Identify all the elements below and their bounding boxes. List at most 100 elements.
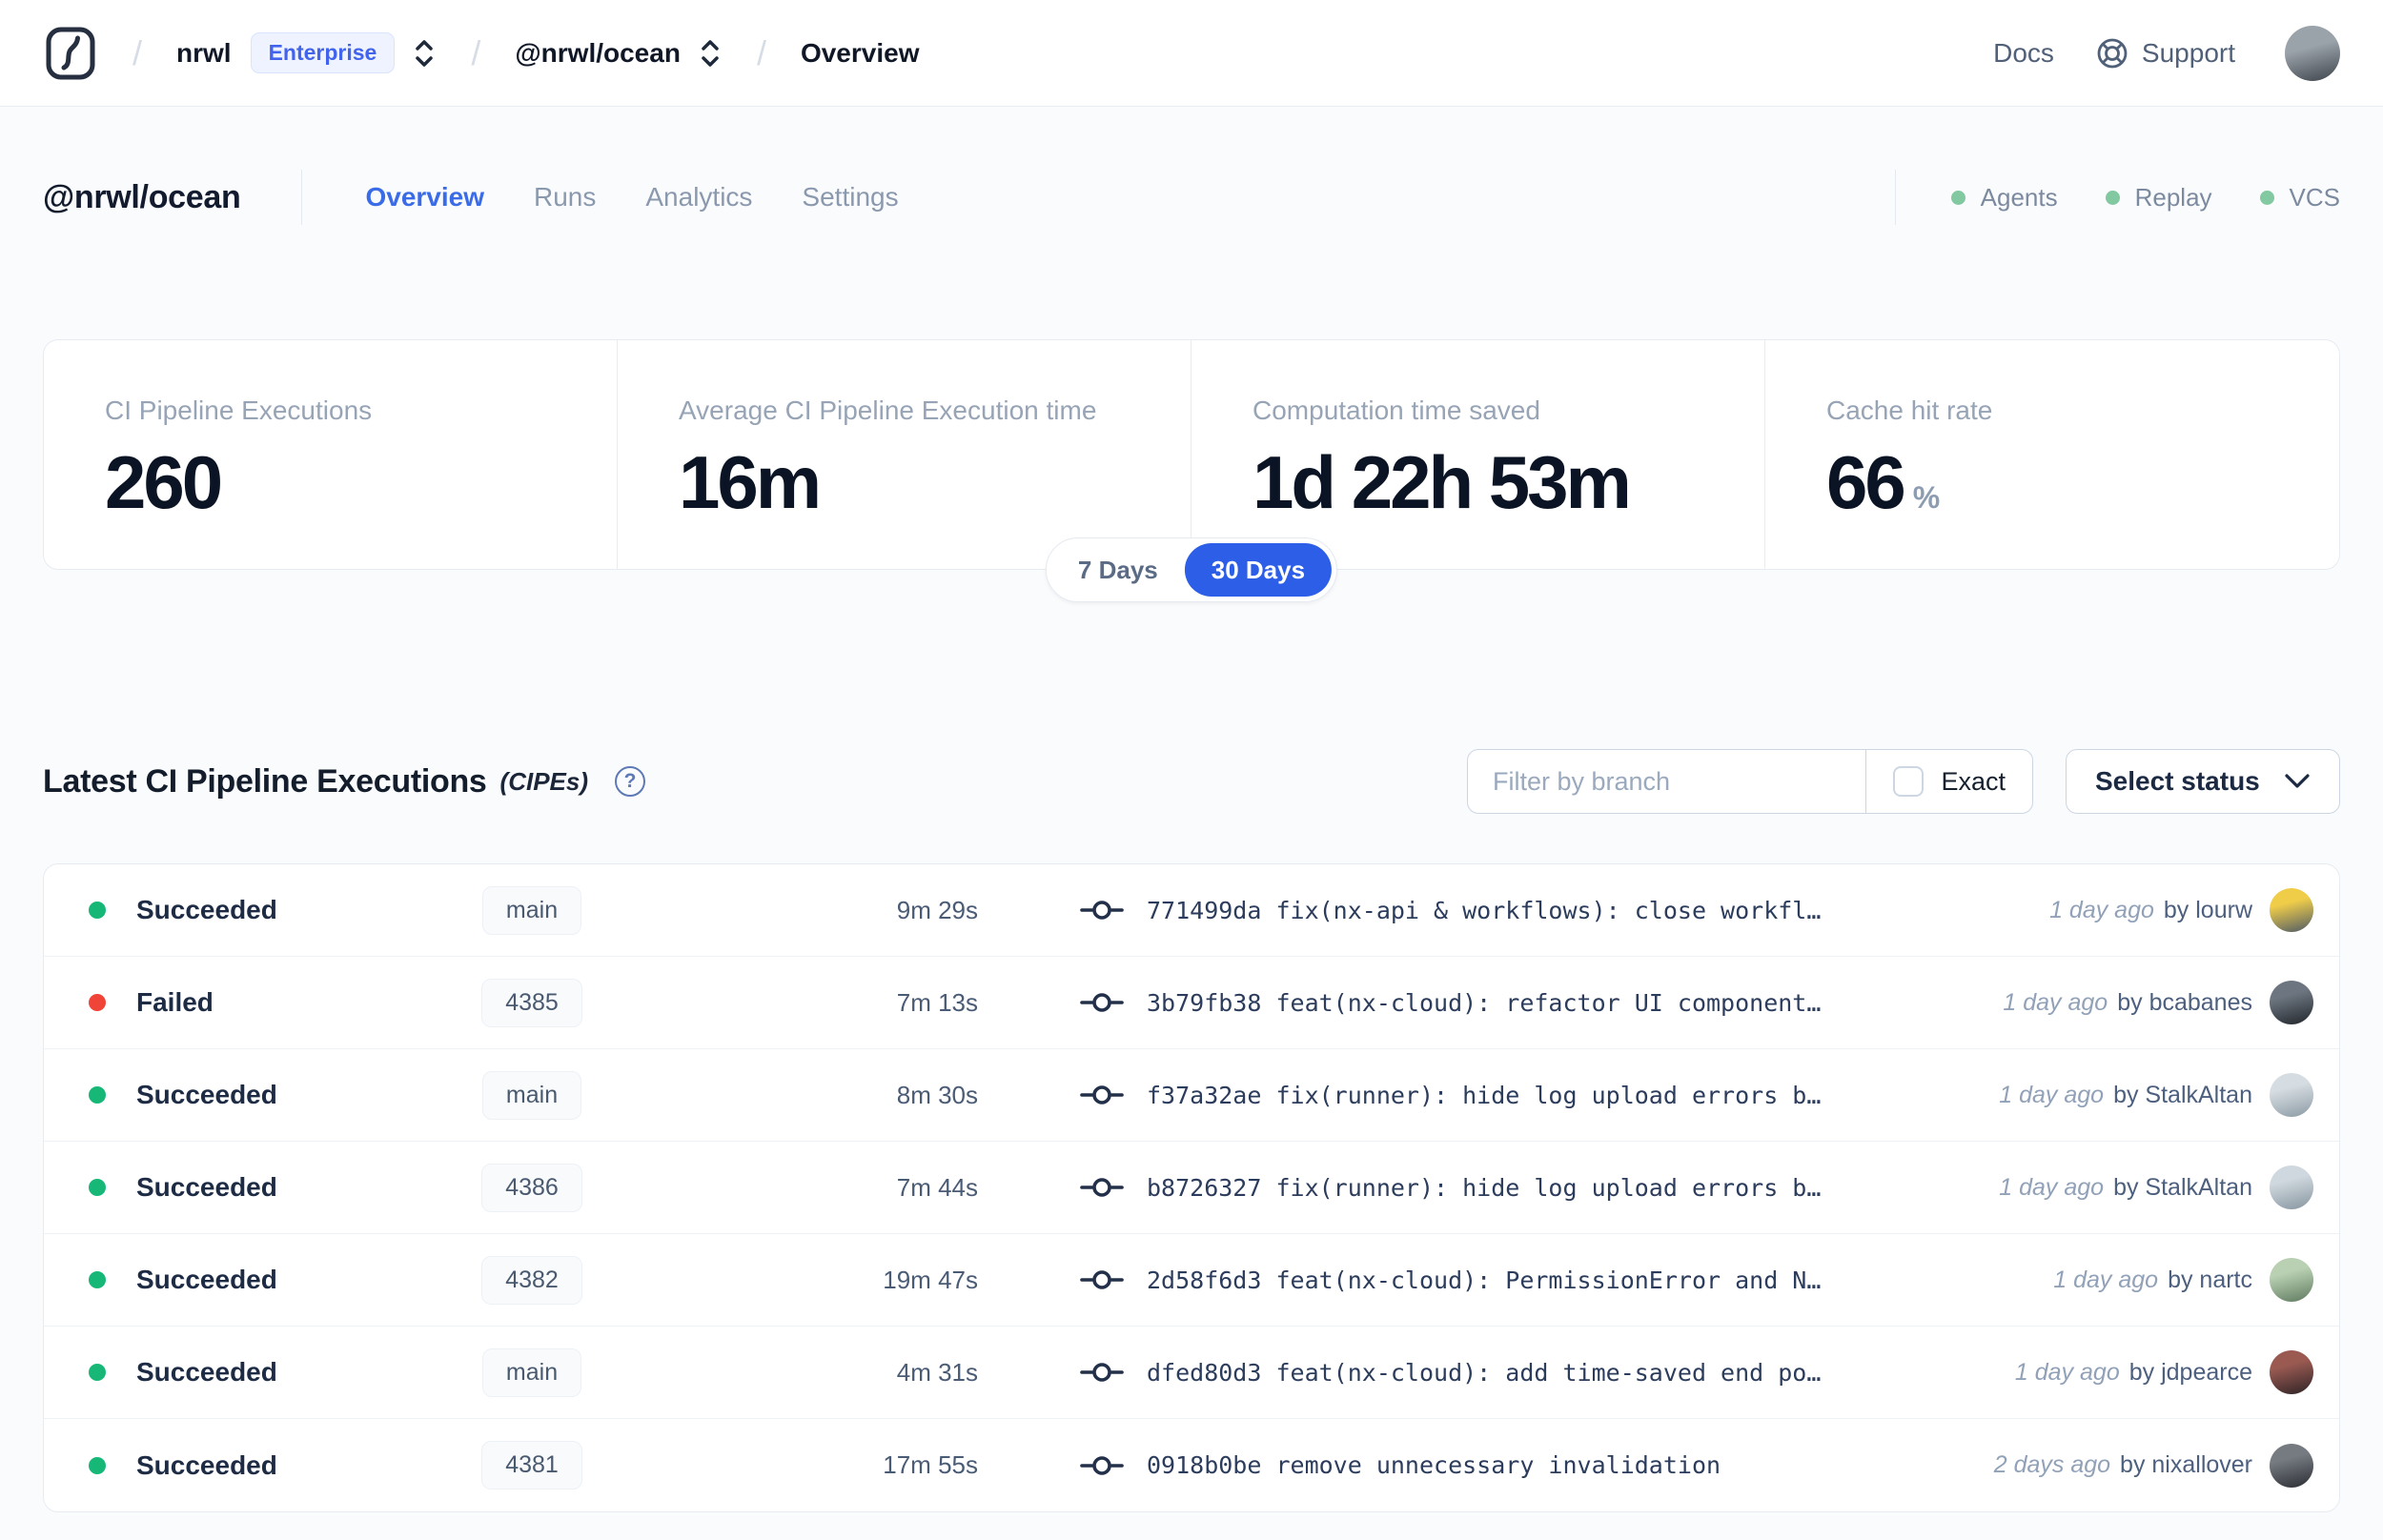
chevron-up-down-icon[interactable] [698,36,723,71]
duration: 8m 30s [896,1080,978,1109]
branch-cell: 4381 [418,1441,646,1489]
stat-card-cache-hit: Cache hit rate 66% [1765,340,2339,569]
chevron-up-down-icon[interactable] [412,36,437,71]
workspace-title: @nrwl/ocean [43,178,241,215]
stat-label: Computation time saved [1253,395,1540,425]
legend-item-agents: Agents [1950,182,2058,213]
toggle-7-days[interactable]: 7 Days [1051,543,1185,597]
avatar [2270,981,2313,1024]
status-dot-icon [89,1179,106,1196]
stat-value: 66% [1826,440,1941,524]
percent-suffix: % [1912,480,1941,515]
status-legend: Agents Replay VCS [1894,170,2340,225]
support-label: Support [2141,37,2235,68]
branch-chip[interactable]: 4386 [481,1163,582,1212]
stats-section: CI Pipeline Executions 260 Average CI Pi… [43,339,2340,602]
table-row[interactable]: Succeeded 4382 19m 47s 2d58f6d3 feat(nx-… [44,1234,2339,1327]
time-ago: 2 days ago [1993,1451,2111,1478]
commit-cell: 3b79fb38 feat(nx-cloud): refactor UI com… [978,989,2003,1017]
executions-controls: Exact Select status [1467,749,2340,814]
status-dot-icon [89,1086,106,1104]
table-row[interactable]: Succeeded 4381 17m 55s 0918b0be remove u… [44,1419,2339,1511]
status-dot-icon [89,1364,106,1381]
commit-cell: 2d58f6d3 feat(nx-cloud): PermissionError… [978,1266,2053,1294]
branch-chip[interactable]: main [481,885,582,935]
stat-label: Average CI Pipeline Execution time [679,395,1097,425]
branch-cell: 4382 [418,1255,646,1305]
branch-chip[interactable]: 4382 [481,1255,582,1305]
duration: 7m 44s [896,1172,978,1202]
executions-table: Succeeded main 9m 29s 771499da fix(nx-ap… [43,863,2340,1512]
commit-message[interactable]: 3b79fb38 feat(nx-cloud): refactor UI com… [1147,989,1821,1017]
breadcrumb-workspace[interactable]: @nrwl/ocean [515,38,681,69]
chevron-down-icon [2285,774,2310,788]
meta-cell: 1 day ago by StalkAltan [1999,1073,2339,1117]
green-dot-icon [1950,190,1965,205]
green-dot-icon [2105,190,2120,205]
author: by nixallover [2120,1451,2252,1478]
stats-cards: CI Pipeline Executions 260 Average CI Pi… [43,339,2340,570]
commit-cell: 771499da fix(nx-api & workflows): close … [978,897,2049,924]
meta-cell: 1 day ago by bcabanes [2003,981,2339,1024]
commit-message[interactable]: 771499da fix(nx-api & workflows): close … [1147,897,1821,924]
stat-card-time-saved: Computation time saved 1d 22h 53m [1192,340,1765,569]
duration: 19m 47s [883,1265,978,1294]
author: by lourw [2163,896,2252,923]
branch-filter-input[interactable] [1468,750,1866,813]
time-ago: 1 day ago [1999,1081,2105,1108]
user-avatar[interactable] [2285,25,2340,81]
commit-message[interactable]: b8726327 fix(runner): hide log upload er… [1147,1174,1821,1202]
commit-cell: 0918b0be remove unnecessary invalidation [978,1451,1994,1479]
commit-message[interactable]: 2d58f6d3 feat(nx-cloud): PermissionError… [1147,1266,1821,1294]
tab-analytics[interactable]: Analytics [645,182,752,213]
table-row[interactable]: Succeeded main 9m 29s 771499da fix(nx-ap… [44,864,2339,957]
breadcrumb-page: Overview [800,37,920,68]
duration: 4m 31s [896,1357,978,1387]
branch-chip[interactable]: 4385 [481,978,582,1027]
branch-chip[interactable]: main [481,1070,582,1120]
tab-overview[interactable]: Overview [365,182,484,213]
meta-cell: 1 day ago by lourw [2049,888,2339,932]
status-cell: Succeeded [44,1357,418,1388]
status-label: Succeeded [136,1357,277,1387]
branch-chip[interactable]: 4381 [481,1441,582,1489]
status-cell: Failed [44,987,418,1018]
tab-settings[interactable]: Settings [802,182,898,213]
duration: 9m 29s [896,895,978,924]
author: by jdpearce [2128,1358,2252,1386]
table-row[interactable]: Succeeded 4386 7m 44s b8726327 fix(runne… [44,1142,2339,1234]
time-ago: 1 day ago [2014,1358,2120,1386]
commit-message[interactable]: 0918b0be remove unnecessary invalidation [1147,1451,1721,1479]
legend-item-replay: Replay [2105,183,2212,213]
status-cell: Succeeded [44,895,418,925]
commit-message[interactable]: f37a32ae fix(runner): hide log upload er… [1147,1082,1821,1109]
git-commit-icon [1080,1363,1124,1382]
avatar [2270,1443,2313,1488]
executions-title-suffix: (CIPEs) [499,766,589,796]
docs-link[interactable]: Docs [1993,38,2054,69]
table-row[interactable]: Succeeded main 8m 30s f37a32ae fix(runne… [44,1049,2339,1142]
breadcrumb-org[interactable]: nrwl [176,38,232,69]
divider [1894,170,1896,225]
support-link[interactable]: Support [2096,37,2235,70]
status-cell: Succeeded [44,1265,418,1295]
table-row[interactable]: Failed 4385 7m 13s 3b79fb38 feat(nx-clou… [44,957,2339,1049]
stat-label: CI Pipeline Executions [105,395,373,425]
exact-label: Exact [1941,766,2006,796]
git-commit-icon [1080,1178,1124,1197]
nx-cloud-logo[interactable] [43,26,98,81]
table-row[interactable]: Succeeded main 4m 31s dfed80d3 feat(nx-c… [44,1327,2339,1419]
workspace-header: @nrwl/ocean Overview Runs Analytics Sett… [0,168,2383,227]
exact-checkbox[interactable] [1893,766,1925,797]
legend-item-vcs: VCS [2259,183,2340,213]
tab-runs[interactable]: Runs [534,182,596,213]
toggle-30-days[interactable]: 30 Days [1184,543,1333,597]
select-status-dropdown[interactable]: Select status [2066,749,2340,814]
branch-chip[interactable]: main [481,1348,582,1397]
stat-card-avg-time: Average CI Pipeline Execution time 16m [618,340,1192,569]
legend-label: Agents [1980,182,2058,212]
commit-message[interactable]: dfed80d3 feat(nx-cloud): add time-saved … [1147,1359,1821,1387]
status-label: Failed [136,987,214,1017]
branch-cell: 4385 [418,978,646,1027]
help-icon[interactable]: ? [615,766,646,797]
